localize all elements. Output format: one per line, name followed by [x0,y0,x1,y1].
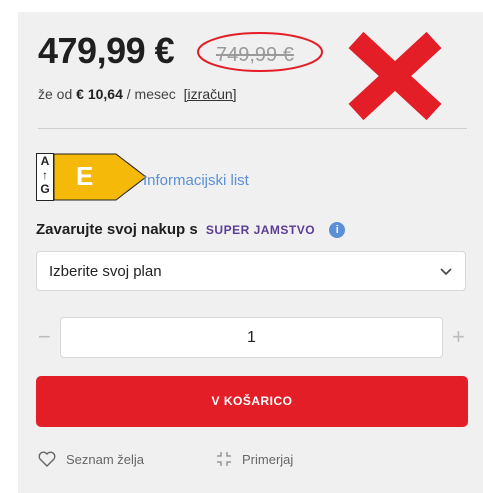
divider [38,128,467,129]
quantity-input[interactable]: 1 [60,317,443,358]
monthly-payment: že od € 10,64 / mesec [izračun] [38,86,237,102]
energy-scale-arrow: ↑ [42,168,48,182]
energy-scale-bottom: G [40,182,50,196]
info-icon[interactable]: i [329,222,346,238]
super-jamstvo-brand: SUPER JAMSTVO [205,223,316,237]
plan-select-value: Izberite svoj plan [49,263,162,280]
info-sheet-link[interactable]: Informacijski list [143,172,249,189]
compare-label: Primerjaj [242,452,294,467]
energy-class-arrow-icon [54,153,147,201]
current-price: 479,99 € [38,30,175,71]
monthly-prefix: že od [38,86,73,102]
plan-select[interactable]: Izberite svoj plan [36,251,466,291]
red-cross-icon [348,31,442,121]
quantity-increase-button[interactable]: + [452,326,465,348]
wishlist-label: Seznam želja [66,452,145,467]
insurance-row: Zavarujte svoj nakup s SUPER JAMSTVO i [36,221,346,238]
heart-icon [38,451,56,467]
wishlist-button[interactable]: Seznam želja [38,451,144,467]
monthly-suffix: / mesec [126,86,176,102]
compare-icon [217,452,231,466]
insurance-label: Zavarujte svoj nakup s [36,221,198,238]
calculation-link[interactable]: [izračun] [184,86,237,102]
energy-class: E [76,161,94,191]
add-to-cart-button[interactable]: V KOŠARICO [36,376,468,427]
monthly-amount: € 10,64 [76,86,123,102]
chevron-down-icon [440,268,452,276]
energy-scale-icon: A ↑ G [36,153,54,201]
quantity-decrease-button[interactable]: − [38,326,51,348]
old-price: 749,99 € [216,44,294,66]
compare-button[interactable]: Primerjaj [216,451,293,467]
old-price-annotation: 749,99 € [196,30,324,74]
energy-scale-top: A [40,154,50,168]
